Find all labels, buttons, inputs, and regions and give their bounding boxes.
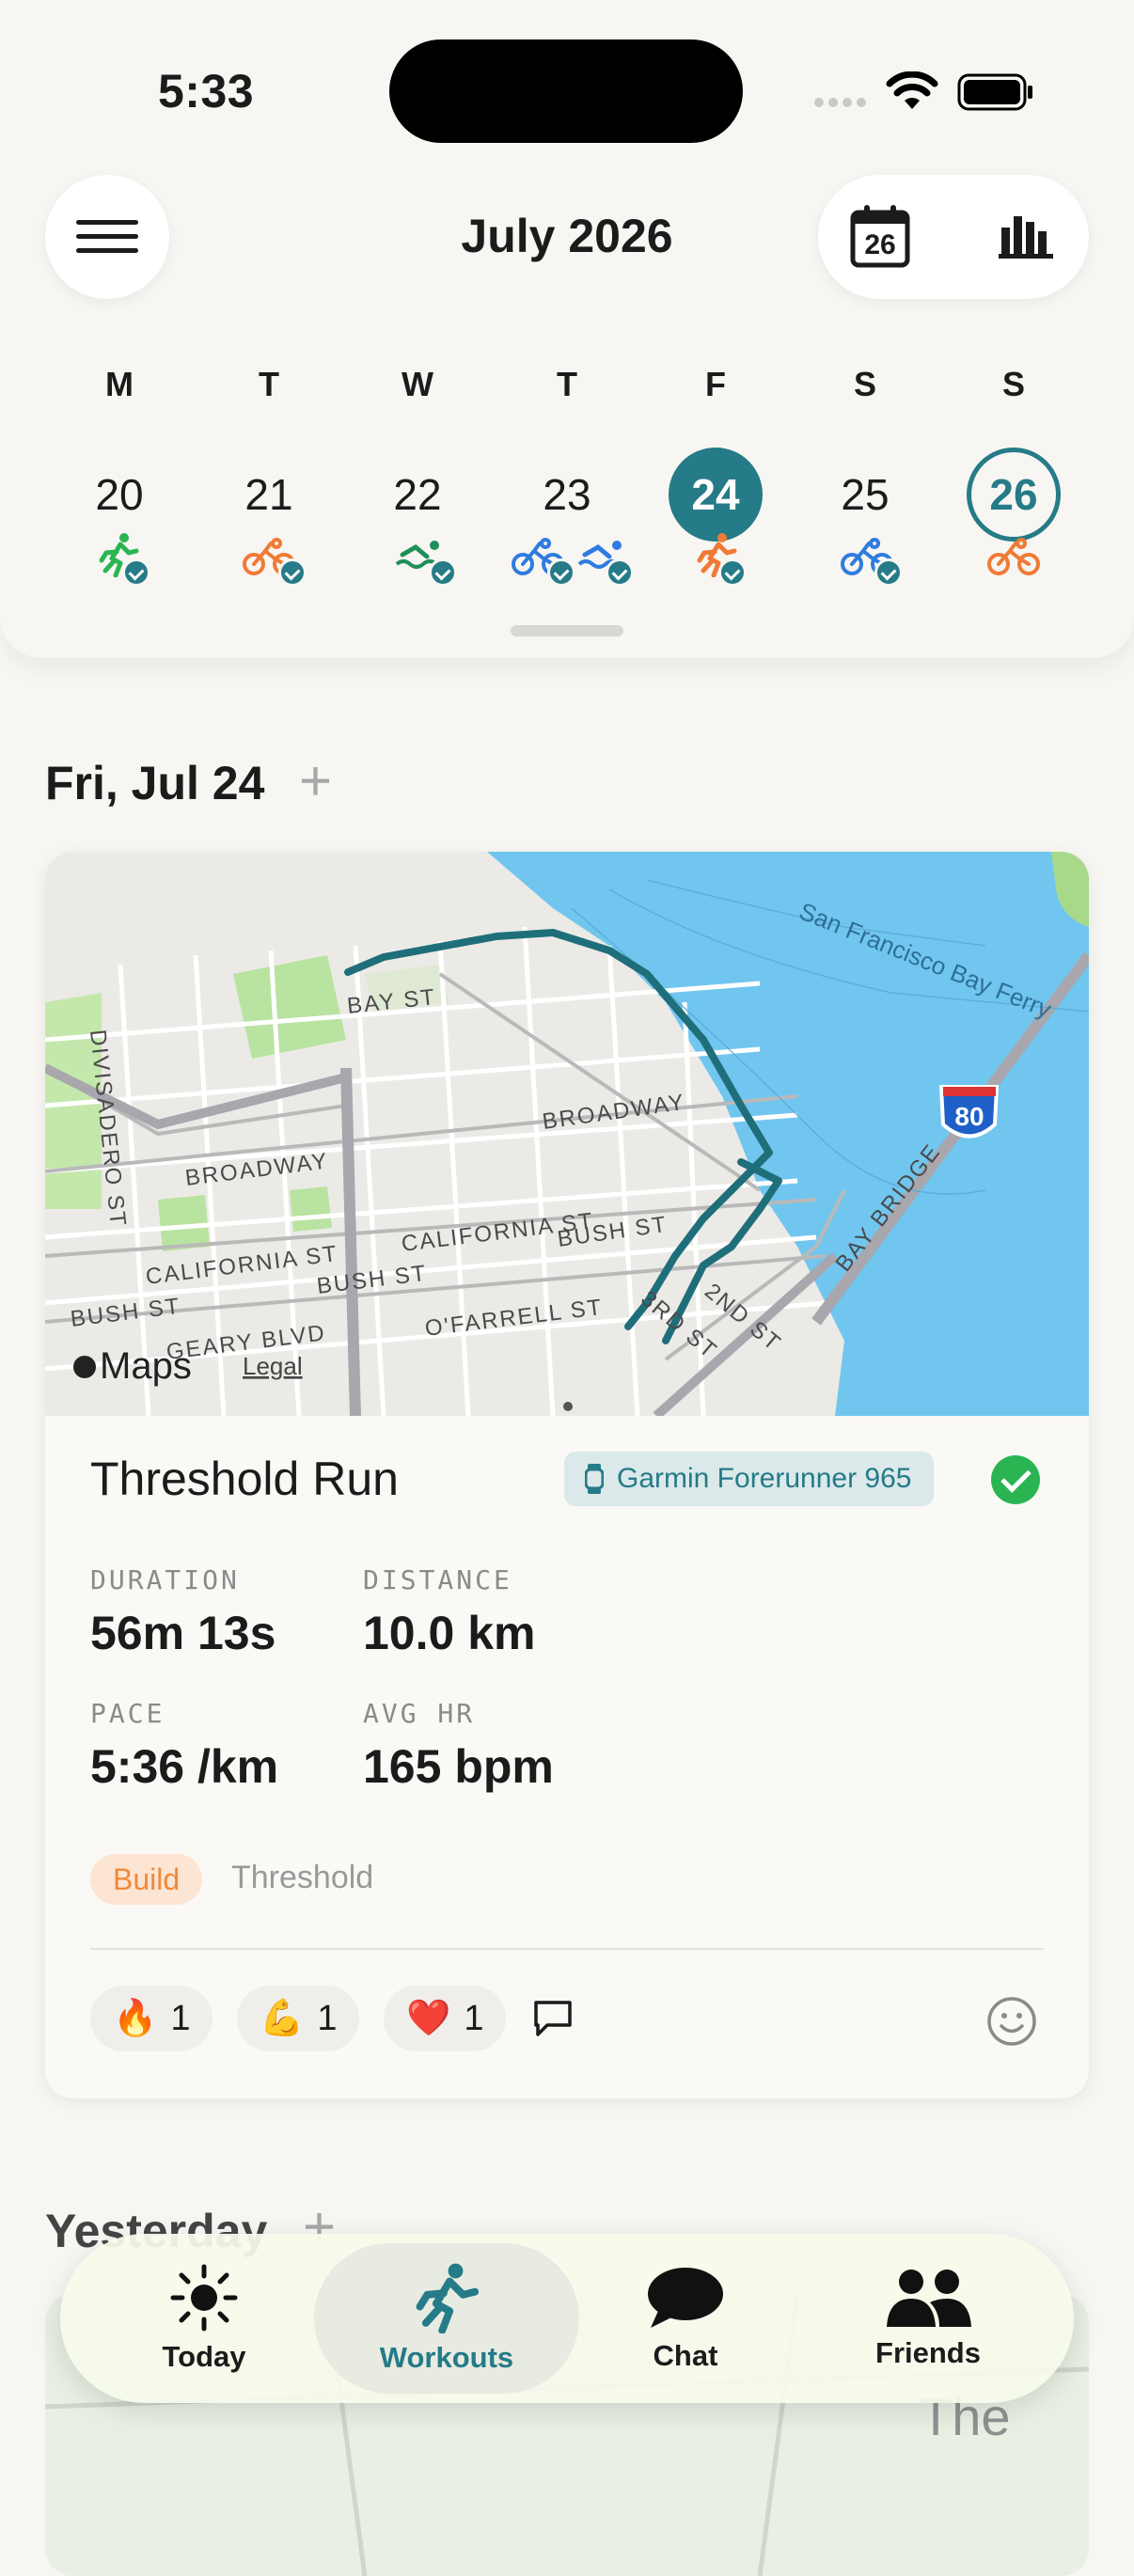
day-23-activities <box>512 532 643 589</box>
tab-chat[interactable]: Chat <box>568 2234 803 2403</box>
completed-check-icon <box>547 558 575 587</box>
pace-value: 5:36 /km <box>90 1740 279 1793</box>
dow-sat: S <box>853 365 876 403</box>
tab-bar: Today Workouts Chat Friends <box>60 2234 1074 2403</box>
day-26-activities <box>987 532 1044 589</box>
heart-icon: ❤️ <box>406 1999 451 2038</box>
dow-sun: S <box>1001 365 1025 403</box>
reaction-count: 1 <box>317 1998 338 2038</box>
day-24-selected[interactable]: 24 <box>669 448 763 542</box>
sun-icon <box>170 2264 238 2332</box>
day-20-activities <box>98 532 154 589</box>
chat-bubble-icon <box>648 2268 723 2328</box>
maps-attribution: Maps <box>100 1345 192 1387</box>
fire-icon: 🔥 <box>113 1999 158 2038</box>
distance-value: 10.0 km <box>363 1607 536 1659</box>
device-badge: Garmin Forerunner 965 <box>564 1452 935 1506</box>
day-25-activities <box>841 532 906 589</box>
dynamic-island <box>389 39 743 143</box>
drag-handle[interactable] <box>511 625 623 636</box>
tab-friends[interactable]: Friends <box>811 2234 1046 2403</box>
completed-check-icon <box>991 1455 1040 1504</box>
dow-tue: T <box>259 365 279 403</box>
day-section-title: Fri, Jul 24 <box>45 757 265 809</box>
reaction-count: 1 <box>170 1998 191 2038</box>
cellular-signal-icon <box>814 98 866 107</box>
completed-check-icon <box>874 558 903 587</box>
device-name: Garmin Forerunner 965 <box>617 1463 912 1494</box>
completed-check-icon <box>122 558 150 587</box>
reaction-muscle[interactable]: 💪 1 <box>237 1986 360 2051</box>
reaction-fire[interactable]: 🔥 1 <box>90 1986 213 2051</box>
tab-label-friends: Friends <box>875 2336 981 2369</box>
battery-icon <box>957 73 1032 111</box>
day-21-activities <box>243 532 308 589</box>
day-22[interactable]: 22 <box>370 448 465 542</box>
avg-hr-label: AVG HR <box>363 1698 476 1729</box>
stats-chart-icon[interactable] <box>999 212 1055 259</box>
add-reaction-icon[interactable] <box>985 1995 1038 2048</box>
status-time: 5:33 <box>158 65 255 118</box>
map-legal-link[interactable]: Legal <box>243 1352 303 1380</box>
tab-label-workouts: Workouts <box>379 2341 514 2374</box>
flexed-biceps-icon: 💪 <box>260 1999 305 2038</box>
day-22-activities <box>395 532 461 589</box>
completed-check-icon <box>429 558 457 587</box>
watch-icon <box>585 1464 604 1494</box>
tab-label-chat: Chat <box>653 2339 718 2372</box>
friends-icon <box>887 2270 971 2327</box>
add-workout-button[interactable]: + <box>299 748 332 813</box>
comment-icon[interactable] <box>532 1999 574 2038</box>
calendar-today-button[interactable]: 26 <box>850 203 910 269</box>
calendar-icon-day: 26 <box>864 229 896 260</box>
type-tag: Threshold <box>231 1860 374 1895</box>
avg-hr-value: 165 bpm <box>363 1740 554 1793</box>
distance-label: DISTANCE <box>363 1564 512 1595</box>
tab-label-today: Today <box>162 2340 246 2373</box>
completed-check-icon <box>718 558 747 587</box>
bike-icon <box>987 538 1040 575</box>
divider <box>90 1948 1044 1950</box>
run-icon <box>416 2263 480 2333</box>
completed-check-icon <box>278 558 307 587</box>
route-map[interactable]: BAY ST BROADWAY BROADWAY DIVISADERO ST C… <box>45 852 1089 1416</box>
day-21[interactable]: 21 <box>222 448 316 542</box>
completed-check-icon <box>606 558 634 587</box>
dow-mon: M <box>105 365 134 403</box>
interstate-number: 80 <box>954 1102 984 1131</box>
dow-fri: F <box>705 365 726 403</box>
day-26-today[interactable]: 26 <box>967 448 1061 542</box>
wifi-icon <box>886 71 938 109</box>
day-20[interactable]: 20 <box>72 448 166 542</box>
duration-value: 56m 13s <box>90 1607 276 1659</box>
reaction-count: 1 <box>464 1998 484 2038</box>
workout-title: Threshold Run <box>90 1453 399 1505</box>
day-25[interactable]: 25 <box>818 448 912 542</box>
dow-wed: W <box>402 365 433 403</box>
tab-workouts[interactable]: Workouts <box>314 2243 579 2394</box>
duration-label: DURATION <box>90 1564 240 1595</box>
phase-tag: Build <box>90 1854 203 1905</box>
reaction-heart[interactable]: ❤️ 1 <box>384 1986 507 2051</box>
day-24-activities <box>696 532 752 589</box>
dow-thu: T <box>557 365 577 403</box>
day-23[interactable]: 23 <box>520 448 614 542</box>
tab-today[interactable]: Today <box>87 2234 322 2403</box>
workout-card[interactable]: BAY ST BROADWAY BROADWAY DIVISADERO ST C… <box>45 852 1089 2098</box>
interstate-80-shield-icon: 80 <box>938 1085 1000 1139</box>
pace-label: PACE <box>90 1698 165 1729</box>
